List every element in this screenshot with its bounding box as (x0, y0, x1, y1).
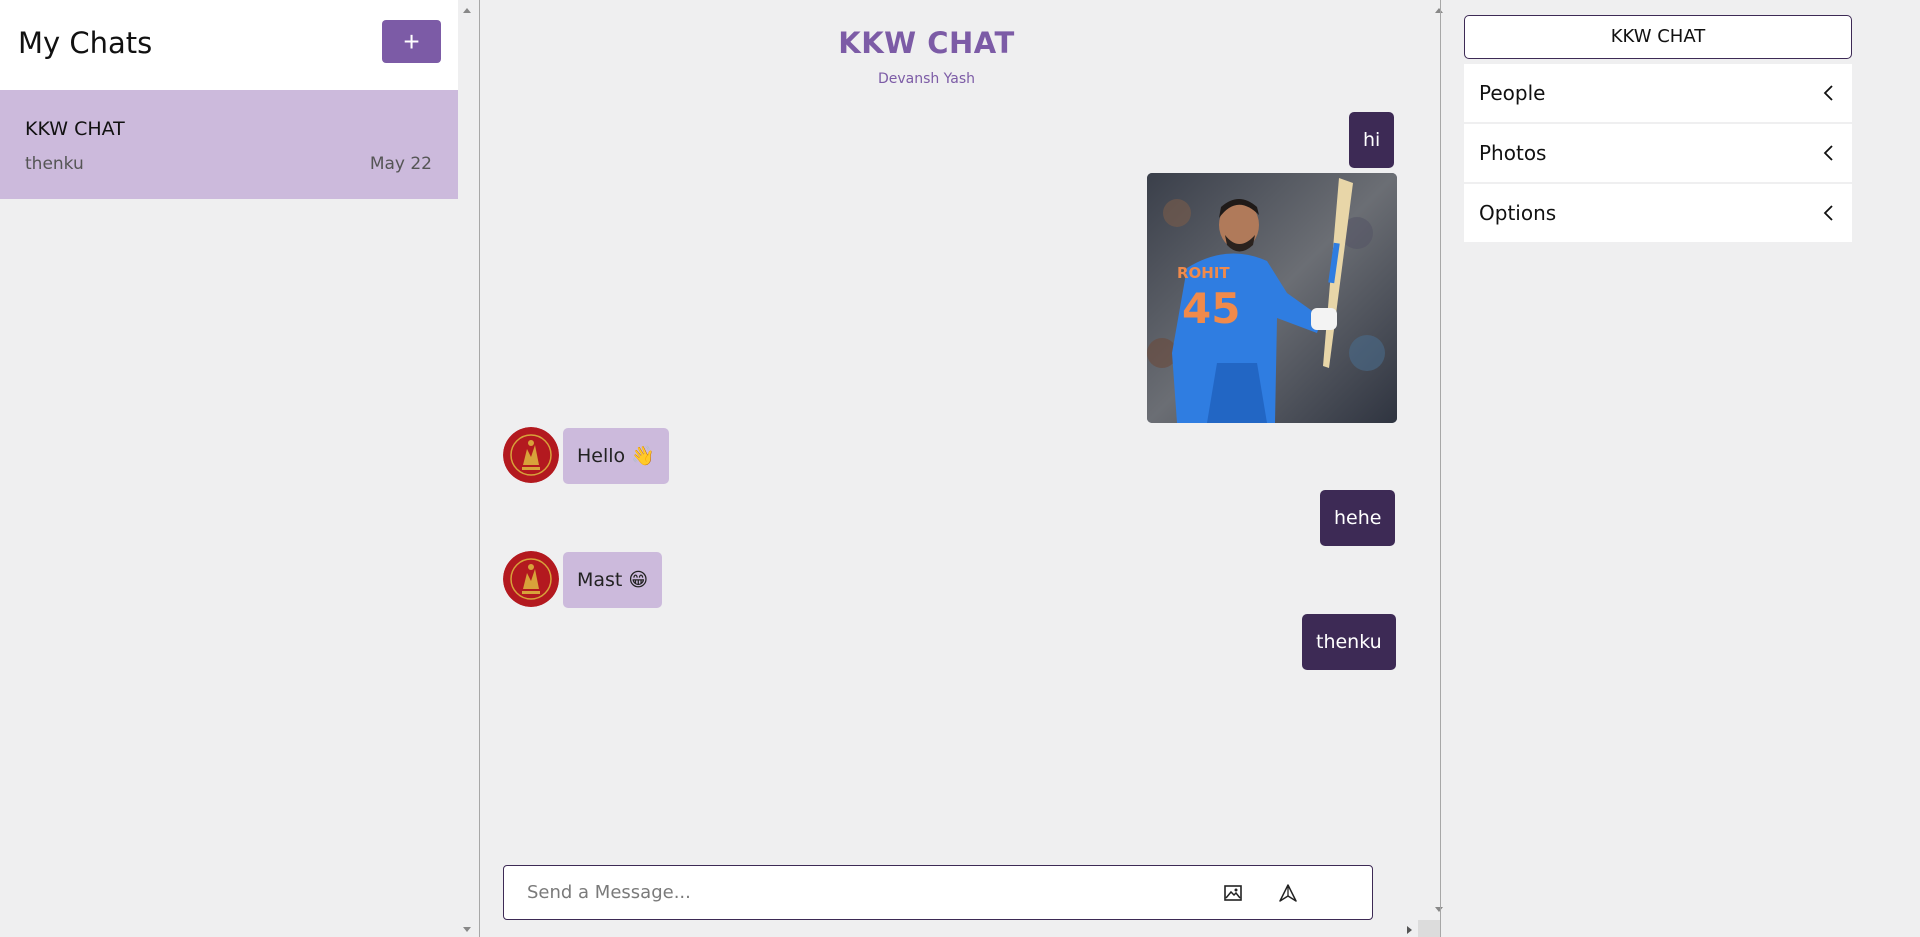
chat-members: Devansh Yash (877, 71, 976, 87)
new-chat-button[interactable]: + (382, 20, 441, 63)
settings-section-label: Options (1479, 201, 1557, 225)
settings-section-label: Photos (1479, 141, 1547, 165)
settings-section-people[interactable]: People (1464, 64, 1852, 122)
message-bubble-outgoing: hehe (1320, 490, 1396, 546)
chat-list-title: My Chats (18, 26, 153, 60)
message-composer (503, 865, 1373, 920)
message-bubble-outgoing: hi (1349, 112, 1395, 168)
settings-section-photos[interactable]: Photos (1464, 124, 1852, 182)
sender-avatar (503, 551, 559, 607)
message-bubble-outgoing: thenku (1302, 614, 1396, 670)
cricketer-photo: 45 ROHIT (1147, 173, 1397, 423)
settings-section-label: People (1479, 81, 1546, 105)
panel-divider (1440, 0, 1441, 937)
chat-card[interactable]: KKW CHAT thenku May 22 (0, 90, 458, 199)
chevron-left-icon (1823, 145, 1833, 161)
avatar-crest-icon (503, 427, 559, 483)
chat-list-panel: My Chats + KKW CHAT thenku May 22 (0, 0, 458, 937)
message-image[interactable]: 45 ROHIT (1147, 173, 1397, 423)
chevron-left-icon (1823, 85, 1833, 101)
chevron-left-icon (1823, 205, 1833, 221)
image-icon[interactable] (1222, 882, 1244, 904)
chat-card-last-message: thenku (25, 154, 84, 174)
message-bubble-incoming: Mast 😁 (563, 552, 663, 608)
chat-list-scrollbar[interactable] (458, 0, 478, 937)
scrollbar-corner (1418, 920, 1440, 937)
message-bubble-incoming: Hello 👋 (563, 428, 669, 484)
scroll-right-arrow-icon[interactable] (1407, 926, 1412, 934)
send-icon[interactable] (1277, 882, 1299, 904)
chat-card-name: KKW CHAT (25, 118, 125, 140)
chat-settings-title[interactable]: KKW CHAT (1464, 15, 1852, 59)
scroll-down-arrow-icon[interactable] (463, 927, 471, 932)
chat-list-header: My Chats + (0, 0, 458, 90)
sender-avatar (503, 427, 559, 483)
message-input[interactable] (504, 866, 1184, 919)
chat-card-date: May 22 (369, 154, 432, 174)
svg-text:45: 45 (1182, 284, 1240, 333)
settings-section-options[interactable]: Options (1464, 184, 1852, 242)
scroll-up-arrow-icon[interactable] (1435, 8, 1443, 13)
chat-window: KKW CHAT Devansh Yash hi 45 ROHIT Hello … (480, 0, 1440, 937)
chat-title: KKW CHAT (838, 26, 1015, 60)
scroll-up-arrow-icon[interactable] (463, 8, 471, 13)
scroll-down-arrow-icon[interactable] (1435, 907, 1443, 912)
chat-settings-panel: KKW CHAT People Photos Options (1462, 0, 1854, 937)
avatar-crest-icon (503, 551, 559, 607)
svg-text:ROHIT: ROHIT (1177, 264, 1230, 282)
